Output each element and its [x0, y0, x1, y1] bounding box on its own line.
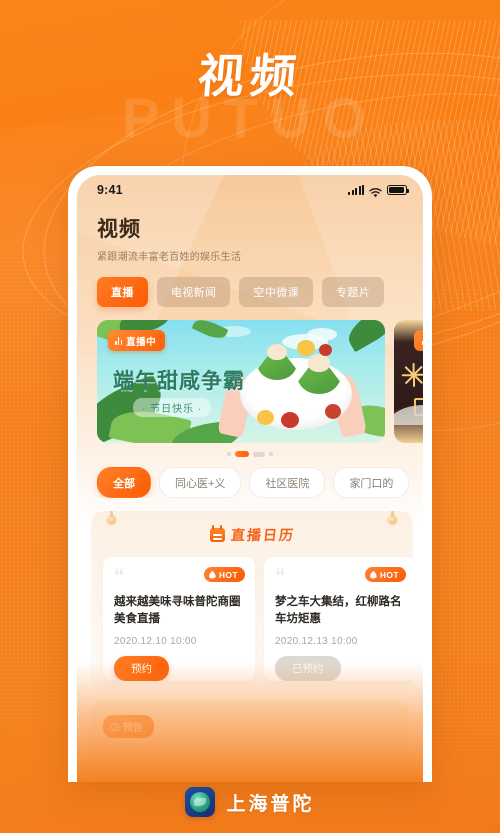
status-icons: [348, 184, 409, 198]
banner-zongzi-face: [308, 354, 330, 372]
page-title: 视频: [97, 218, 141, 241]
banner-slide-secondary[interactable]: 直: [394, 320, 423, 443]
app-name-label: 上海普陀: [226, 793, 315, 815]
reserve-button[interactable]: 预约: [114, 656, 169, 681]
banner-carousel[interactable]: 直播中 端午甜咸争霸 · 节日快乐 ·: [77, 320, 423, 443]
pagination-dot[interactable]: [253, 451, 265, 457]
status-badge: HOT: [364, 567, 406, 582]
pagination-dot[interactable]: [227, 452, 231, 456]
hot-label: HOT: [218, 569, 238, 580]
banner-slide-primary[interactable]: 直播中 端午甜咸争霸 · 节日快乐 ·: [97, 320, 385, 443]
page-header: 视频 紧跟潮流丰富老百姓的娱乐生活: [77, 201, 423, 263]
phone-mockup: 9:41 视频 紧跟潮流丰富老百姓的娱乐生活 直播 电视新闻 空中微课 专题片 …: [68, 166, 432, 782]
app-logo-icon: [185, 787, 216, 817]
pagination-dot-active[interactable]: [235, 451, 249, 457]
live-calendar-list[interactable]: “ HOT 越来越美味寻味普陀商圈美食直播 2020.12.10 10:00 预…: [91, 557, 413, 681]
banner-fruit: [297, 340, 315, 356]
banner-fruit: [257, 410, 274, 425]
card-date: 2020.12.13 10:00: [275, 636, 358, 647]
tab-air-class[interactable]: 空中微课: [239, 277, 314, 307]
banner-fruit: [325, 404, 341, 419]
app-footer-bar: 上海普陀: [0, 771, 500, 833]
upcoming-section: 预告: [91, 701, 409, 771]
signal-bars-icon: [348, 184, 364, 195]
live-wave-icon: [422, 337, 423, 345]
reserved-button[interactable]: 已预约: [275, 656, 341, 681]
promo-header: PUTUO 视频: [0, 50, 500, 146]
hot-label: HOT: [379, 569, 399, 580]
live-wave-icon: [115, 337, 123, 345]
calendar-icon: [209, 525, 225, 542]
chip-tongxin-yi[interactable]: 同心医+义: [159, 467, 242, 498]
pagination-dot[interactable]: [269, 452, 273, 456]
status-bar: 9:41: [77, 175, 423, 201]
battery-icon: [387, 185, 409, 195]
upcoming-label: 预告: [123, 723, 143, 734]
banner-title: 端午甜咸争霸: [113, 370, 245, 393]
chip-all[interactable]: 全部: [97, 467, 151, 498]
live-calendar-header: 直播日历: [91, 525, 413, 545]
banner-decor-wave: [394, 405, 423, 425]
phone-screen: 9:41 视频 紧跟潮流丰富老百姓的娱乐生活 直播 电视新闻 空中微课 专题片 …: [77, 175, 423, 782]
quote-mark-icon: “: [275, 565, 285, 588]
flame-icon: [369, 570, 377, 579]
banner-subtitle: · 节日快乐 ·: [133, 398, 212, 417]
banner-live-badge-secondary: 直: [414, 330, 423, 351]
upcoming-badge: 预告: [103, 715, 154, 738]
panel-pin-left-icon: [107, 511, 116, 524]
quote-mark-icon: “: [114, 565, 124, 588]
card-title: 梦之车大集结，红柳路名车坊矩惠: [275, 596, 402, 626]
banner-fruit: [319, 344, 332, 356]
promo-stage: PUTUO 视频 9:41 视频 紧跟潮流丰富老百姓的娱乐生活 直播 电视新闻 …: [0, 0, 500, 833]
live-calendar-title: 直播日历: [229, 527, 296, 543]
tab-feature-film[interactable]: 专题片: [322, 277, 385, 307]
filter-chips: 全部 同心医+义 社区医院 家门口的: [77, 463, 423, 498]
banner-live-label: 直播中: [126, 336, 157, 348]
status-badge: HOT: [203, 567, 245, 582]
banner-cloud: [307, 328, 337, 341]
tab-tv-news[interactable]: 电视新闻: [156, 277, 231, 307]
status-time: 9:41: [97, 183, 123, 197]
panel-pin-right-icon: [388, 511, 397, 524]
banner-live-badge: 直播中: [108, 330, 166, 351]
chip-doorstep[interactable]: 家门口的: [333, 467, 410, 498]
banner-zongzi-face: [267, 344, 287, 360]
chip-community-hospital[interactable]: 社区医院: [249, 467, 326, 498]
promo-title: 视频: [195, 50, 305, 102]
list-item[interactable]: “ HOT 越来越美味寻味普陀商圈美食直播 2020.12.10 10:00 预…: [103, 557, 255, 681]
wifi-icon: [369, 185, 382, 198]
flame-icon: [208, 570, 216, 579]
banner-fruit: [281, 412, 299, 428]
page-subtitle: 紧跟潮流丰富老百姓的娱乐生活: [97, 252, 242, 263]
list-item[interactable]: “ HOT 梦之车大集结，红柳路名车坊矩惠 2020.12.13 10:00 已…: [264, 557, 413, 681]
category-tabs: 直播 电视新闻 空中微课 专题片: [77, 263, 423, 307]
card-title: 越来越美味寻味普陀商圈美食直播: [114, 596, 241, 626]
tab-live[interactable]: 直播: [97, 277, 148, 307]
live-calendar-panel: 直播日历 “ HOT 越来越美味寻味普陀商圈美食直播 2020.12.10 10…: [91, 511, 413, 689]
banner-firework-icon: [400, 362, 423, 388]
card-date: 2020.12.10 10:00: [114, 636, 197, 647]
clock-icon: [111, 722, 119, 731]
carousel-pagination[interactable]: [77, 445, 423, 463]
